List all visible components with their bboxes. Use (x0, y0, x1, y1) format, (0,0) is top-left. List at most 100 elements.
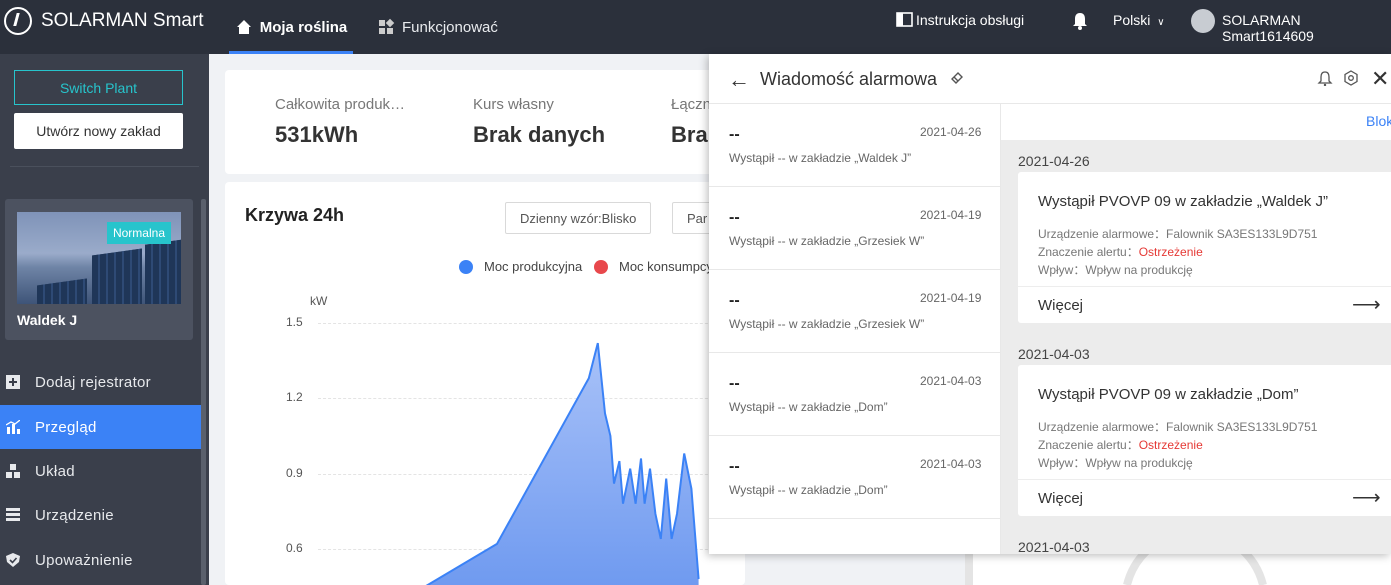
alarm-impact: Wpływ：Wpływ na produkcję (1038, 263, 1193, 277)
list-item-title: -- (729, 292, 740, 309)
plant-card[interactable]: Normalna Waldek J (5, 199, 193, 340)
alarm-significance: Znaczenie alertu：Ostrzeżenie (1038, 243, 1203, 260)
list-item[interactable]: -- 2021-04-19 Wystąpił -- w zakładzie „G… (709, 187, 1001, 270)
production-area (425, 343, 699, 585)
sidebar-scrollbar[interactable] (201, 199, 206, 585)
list-item[interactable]: -- 2021-04-03 Wystąpił -- w zakładzie „D… (709, 353, 1001, 436)
plant-photo: Normalna (17, 212, 181, 304)
list-item-desc: Wystąpił -- w zakładzie „Grzesiek W” (729, 317, 925, 331)
language-label: Polski (1113, 12, 1151, 28)
summary-panel: Całkowita produk… 531kWh Kurs własny Bra… (225, 70, 745, 174)
apps-icon (379, 18, 395, 34)
summary-label: Całkowita produk… (275, 96, 406, 113)
clear-icon[interactable] (949, 70, 965, 86)
alarm-card-title: Wystąpił PVOVP 09 w zakładzie „Dom” (1038, 386, 1299, 403)
nav-functions[interactable]: Funkcjonować (377, 0, 498, 54)
list-item-date: 2021-04-19 (920, 208, 982, 222)
nav-my-plant[interactable]: Moja roślina (229, 0, 353, 54)
group-date: 2021-04-26 (1018, 153, 1090, 169)
summary-label: Łączn (671, 96, 712, 113)
sidebar-item-label: Układ (35, 462, 75, 480)
sidebar: Switch Plant Utwórz nowy zakład Normalna… (0, 54, 209, 585)
new-plant-button[interactable]: Utwórz nowy zakład (14, 113, 183, 149)
list-item-title: -- (729, 126, 740, 143)
solarman-logo-icon[interactable] (4, 7, 32, 35)
home-icon (236, 20, 251, 34)
sidebar-divider (10, 166, 199, 167)
alarm-impact: Wpływ：Wpływ na produkcję (1038, 456, 1193, 470)
chart-plot (425, 342, 700, 585)
list-item-date: 2021-04-03 (920, 374, 982, 388)
shield-icon (6, 553, 20, 567)
curve-24h-card: Krzywa 24h Dzienny wzór:Blisko Par Moc p… (225, 182, 745, 585)
group-date: 2021-04-03 (1018, 539, 1090, 554)
alarm-detail-panel: Blok 2021-04-26 Wystąpił PVOVP 09 w zakł… (1001, 104, 1391, 554)
sidebar-item-label: Przegląd (35, 418, 97, 436)
list-item-title: -- (729, 375, 740, 392)
alarm-significance: Znaczenie alertu：Ostrzeżenie (1038, 436, 1203, 453)
alarm-settings-icon[interactable] (1317, 70, 1333, 86)
drawer-title: Wiadomość alarmowa (760, 69, 938, 89)
arrow-right-icon: ⟶ (1352, 487, 1381, 509)
plus-square-icon (6, 375, 20, 389)
summary-value: Bra (671, 122, 708, 147)
close-icon[interactable]: ✕ (1371, 66, 1389, 92)
list-item[interactable]: -- 2021-04-03 Wystąpił -- w zakładzie „D… (709, 436, 1001, 519)
summary-label: Kurs własny (473, 96, 554, 113)
alarm-significance-label: Znaczenie alertu： (1038, 438, 1139, 452)
alarm-card: Wystąpił PVOVP 09 w zakładzie „Waldek J”… (1018, 172, 1391, 323)
list-item-desc: Wystąpił -- w zakładzie „Dom” (729, 400, 888, 414)
status-badge: Normalna (106, 222, 171, 244)
list-item[interactable]: -- 2021-04-26 Wystąpił -- w zakładzie „W… (709, 104, 1001, 187)
more-label: Więcej (1038, 297, 1084, 314)
plant-name: Waldek J (17, 312, 78, 328)
block-link[interactable]: Blok (1366, 113, 1391, 129)
back-arrow-icon[interactable]: ← (728, 67, 750, 93)
user-name[interactable]: SOLARMAN Smart1614609 (1222, 12, 1391, 44)
detail-toolbar: Blok (1001, 104, 1391, 140)
list-item[interactable]: -- 2021-04-19 Wystąpił -- w zakładzie „G… (709, 270, 1001, 353)
sidebar-item-label: Upoważnienie (35, 551, 133, 569)
alarm-list: -- 2021-04-26 Wystąpił -- w zakładzie „W… (709, 104, 1001, 554)
alarm-device: Urządzenie alarmowe：Falownik SA3ES133L9D… (1038, 227, 1318, 241)
manual-link[interactable]: Instrukcja obsługi (896, 12, 1024, 28)
sidebar-item-overview[interactable]: Przegląd (0, 405, 201, 449)
language-select[interactable]: Polski ∨ (1113, 12, 1165, 28)
arrow-right-icon: ⟶ (1352, 294, 1381, 316)
list-item-title: -- (729, 209, 740, 226)
switch-plant-button[interactable]: Switch Plant (14, 70, 183, 105)
sidebar-item-label: Dodaj rejestrator (35, 373, 151, 391)
chevron-down-icon: ∨ (1157, 17, 1165, 28)
sidebar-item-add-logger[interactable]: Dodaj rejestrator (0, 360, 201, 404)
more-label: Więcej (1038, 490, 1084, 507)
list-item-title: -- (729, 458, 740, 475)
group-date: 2021-04-03 (1018, 346, 1090, 362)
alarm-card-title: Wystąpił PVOVP 09 w zakładzie „Waldek J” (1038, 193, 1328, 210)
settings-icon[interactable] (1343, 70, 1359, 86)
brand-name[interactable]: SOLARMAN Smart (41, 10, 204, 32)
avatar[interactable] (1191, 9, 1215, 33)
book-icon (896, 12, 913, 27)
alarm-significance-label: Znaczenie alertu： (1038, 245, 1139, 259)
list-item-date: 2021-04-19 (920, 291, 982, 305)
list-item-desc: Wystąpił -- w zakładzie „Dom” (729, 483, 888, 497)
sidebar-item-device[interactable]: Urządzenie (0, 493, 201, 537)
alarm-device: Urządzenie alarmowe：Falownik SA3ES133L9D… (1038, 420, 1318, 434)
sidebar-item-label: Urządzenie (35, 506, 114, 524)
list-item-date: 2021-04-03 (920, 457, 982, 471)
alarm-drawer: ← Wiadomość alarmowa ✕ -- 2021-04-26 Wys… (709, 54, 1391, 554)
more-button[interactable]: Więcej ⟶ (1018, 479, 1391, 516)
alarm-card: Wystąpił PVOVP 09 w zakładzie „Dom” Urzą… (1018, 365, 1391, 516)
sidebar-item-layout[interactable]: Układ (0, 449, 201, 493)
nav-my-plant-label: Moja roślina (259, 18, 348, 36)
summary-value: 531kWh (275, 122, 359, 147)
sidebar-item-authorization[interactable]: Upoważnienie (0, 538, 201, 582)
more-button[interactable]: Więcej ⟶ (1018, 286, 1391, 323)
top-bar: SOLARMAN Smart Moja roślina Funkcjonować… (0, 0, 1391, 54)
summary-value: Brak danych (473, 122, 606, 147)
bell-icon[interactable] (1072, 12, 1088, 30)
list-item-desc: Wystąpił -- w zakładzie „Grzesiek W” (729, 234, 925, 248)
alarm-significance-value: Ostrzeżenie (1138, 245, 1203, 259)
device-icon (6, 508, 20, 521)
manual-label: Instrukcja obsługi (916, 12, 1025, 28)
